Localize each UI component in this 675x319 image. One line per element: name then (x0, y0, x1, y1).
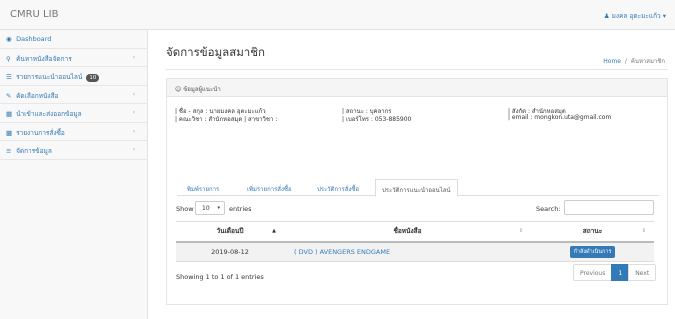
sidebar-item-label: รายงานการสั่งซื้อ (16, 128, 65, 137)
member-panel: ☺ ข้อมูลผู้แนะนำ | ชื่อ - สกุล : นายมงคล… (166, 78, 668, 305)
breadcrumb: Home / ค้นหาสมาชิก (603, 56, 665, 66)
user-outline-icon: ☺ (175, 86, 182, 93)
breadcrumb-separator: / (624, 58, 627, 65)
search-input[interactable] (564, 200, 654, 215)
sidebar-item-search-books[interactable]: ⚲ ค้นหาหนังสือจัดการ ‹ (0, 49, 147, 67)
info-phone: | เบอร์โทร : 053-885900 (342, 116, 412, 123)
sidebar-item-order-reports[interactable]: ▩ รายงานการสั่งซื้อ ‹ (0, 123, 147, 141)
page-size-value: 10 (202, 205, 210, 212)
count-badge: 10 (86, 74, 100, 82)
sidebar-item-manage-data[interactable]: ≡ จัดการข้อมูล ‹ (0, 141, 147, 160)
cell-date: 2019-08-12 (176, 241, 284, 262)
sidebar: ◉ Dashboard ⚲ ค้นหาหนังสือจัดการ ‹ ☰ ราย… (0, 30, 148, 319)
column-header-status[interactable]: สถานะ ⇕ (531, 221, 654, 243)
tab-online-recommendation-history[interactable]: ประวัติการแนะนำออนไลน์ (375, 179, 458, 197)
top-navbar: CMRU LIB ♟ มงคล อุตะมะแก้ว ▾ (0, 0, 675, 30)
sidebar-item-dashboard[interactable]: ◉ Dashboard (0, 30, 147, 49)
breadcrumb-current: ค้นหาสมาชิก (630, 58, 665, 65)
column-header-label: สถานะ (582, 227, 603, 236)
sidebar-item-label: รายการแนะนำออนไลน์ (16, 73, 83, 81)
info-email: | email : mongkon.uta@gmail.com (508, 114, 612, 121)
table-info: Showing 1 to 1 of 1 entries (176, 273, 264, 281)
panel-heading: ☺ ข้อมูลผู้แนะนำ (167, 79, 667, 97)
sidebar-item-select-books[interactable]: ✎ คัดเลือกหนังสือ ‹ (0, 86, 147, 104)
caret-down-icon: ▾ (217, 205, 220, 211)
list-icon: ☰ (6, 73, 12, 81)
next-button[interactable]: Next (628, 264, 657, 281)
column-header-date[interactable]: วันเดือนปี ▲ (176, 221, 284, 243)
chevron-left-icon: ‹ (132, 127, 135, 135)
user-name: มงคล อุตะมะแก้ว (611, 12, 661, 20)
table-header-row: วันเดือนปี ▲ ชื่อหนังสือ ⇕ สถานะ ⇕ (176, 221, 654, 243)
edit-icon: ✎ (6, 91, 12, 100)
previous-button[interactable]: Previous (573, 264, 613, 281)
sidebar-item-label: ค้นหาหนังสือจัดการ (16, 54, 72, 63)
settings-icon: ≡ (6, 147, 12, 155)
user-menu[interactable]: ♟ มงคล อุตะมะแก้ว ▾ (604, 11, 666, 21)
main-content: จัดการข้อมูลสมาชิก Home / ค้นหาสมาชิก ☺ … (149, 30, 675, 319)
tab-bar: พิมพ์รายการ เพิ่มรายการสั่งซื้อ ประวัติก… (177, 179, 659, 197)
pagination: Previous 1 Next (573, 264, 657, 281)
table-row: 2019-08-12 ( DVD ) AVENGERS ENDGAME กำลั… (176, 241, 654, 262)
sidebar-item-label: Dashboard (16, 35, 52, 43)
chevron-left-icon: ‹ (132, 146, 135, 153)
chevron-left-icon: ‹ (132, 90, 135, 98)
panel-heading-label: ข้อมูลผู้แนะนำ (183, 86, 221, 93)
status-badge[interactable]: กำลังดำเนินการ (569, 245, 616, 258)
chevron-left-icon: ‹ (132, 53, 135, 61)
chart-icon: ▩ (6, 128, 13, 137)
sort-both-icon: ⇕ (518, 228, 523, 234)
column-header-label: วันเดือนปี (216, 227, 244, 236)
caret-down-icon: ▾ (662, 12, 666, 20)
breadcrumb-home[interactable]: Home (603, 58, 621, 65)
column-header-label: ชื่อหนังสือ (393, 227, 422, 236)
info-faculty: | คณะวิชา : สำนักหอสมุด | สาขาวิชา : (175, 116, 278, 123)
title-divider (166, 69, 668, 70)
page-1-button[interactable]: 1 (611, 264, 630, 281)
brand-logo[interactable]: CMRU LIB (10, 9, 58, 20)
cell-title[interactable]: ( DVD ) AVENGERS ENDGAME (284, 241, 531, 262)
entries-label: entries (229, 205, 252, 213)
sort-asc-icon: ▲ (272, 228, 276, 234)
sort-both-icon: ⇕ (641, 228, 646, 234)
sidebar-item-online-recommendations[interactable]: ☰ รายการแนะนำออนไลน์ 10 (0, 67, 147, 86)
chevron-left-icon: ‹ (132, 109, 135, 116)
cell-status: กำลังดำเนินการ (531, 241, 654, 262)
sidebar-item-label: นำเข้าและส่งออกข้อมูล (16, 110, 82, 118)
tab-add-order[interactable]: เพิ่มรายการสั่งซื้อ (241, 181, 298, 197)
sidebar-item-import-export[interactable]: ▦ นำเข้าและส่งออกข้อมูล ‹ (0, 104, 147, 123)
search-label: Search: (536, 205, 561, 213)
sidebar-item-label: จัดการข้อมูล (16, 147, 52, 155)
page-title: จัดการข้อมูลสมาชิก (166, 45, 266, 59)
tab-print-list[interactable]: พิมพ์รายการ (181, 181, 225, 197)
user-icon: ♟ (603, 12, 610, 20)
recommendation-table: วันเดือนปี ▲ ชื่อหนังสือ ⇕ สถานะ ⇕ 2019-… (176, 221, 654, 262)
table-icon: ▦ (6, 110, 13, 118)
search-icon: ⚲ (6, 54, 11, 63)
tab-order-history[interactable]: ประวัติการสั่งซื้อ (311, 181, 365, 197)
sidebar-item-label: คัดเลือกหนังสือ (16, 91, 59, 100)
page-size-select[interactable]: 10 ▾ (195, 201, 225, 215)
dashboard-icon: ◉ (6, 35, 12, 43)
show-label: Show (176, 205, 194, 213)
column-header-title[interactable]: ชื่อหนังสือ ⇕ (284, 221, 531, 243)
